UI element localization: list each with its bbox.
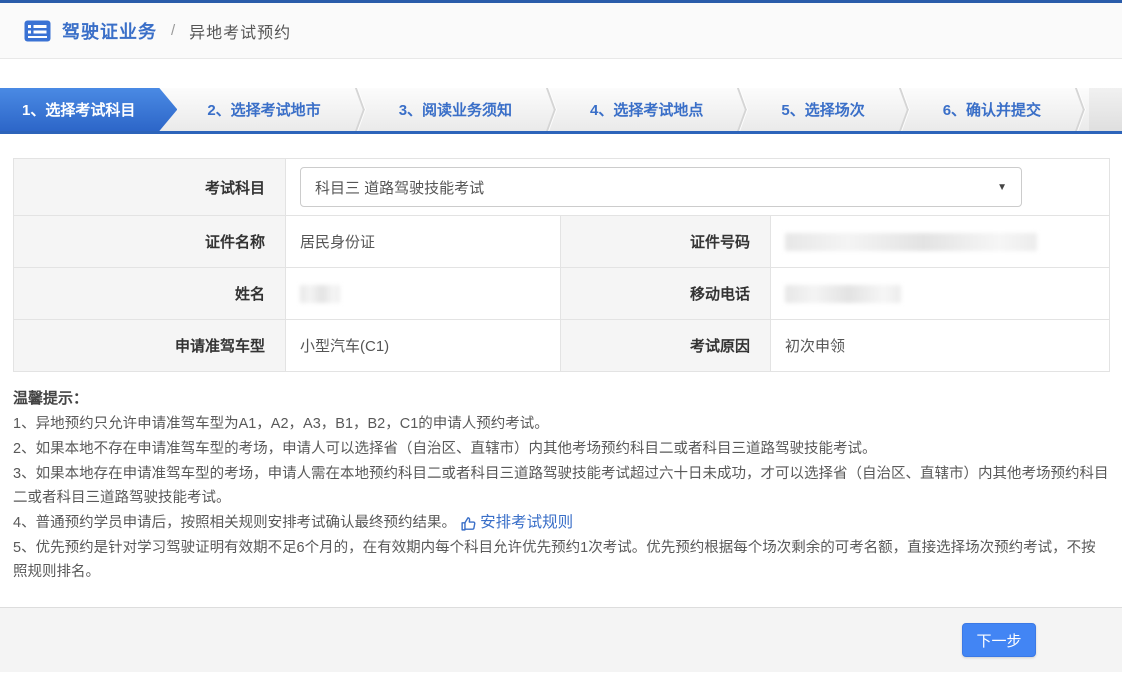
exam-reason-value: 初次申领 xyxy=(769,319,1111,372)
exam-subject-label: 考试科目 xyxy=(13,158,286,216)
cert-no-redacted-value xyxy=(785,232,1037,251)
table-row: 证件名称 居民身份证 证件号码 xyxy=(13,215,1111,268)
cert-name-label: 证件名称 xyxy=(13,215,286,268)
exam-subject-select[interactable]: 科目三 道路驾驶技能考试 ▼ xyxy=(300,167,1022,207)
exam-rules-link[interactable]: 安排考试规则 xyxy=(460,511,573,535)
tip-item-4: 4、普通预约学员申请后，按照相关规则安排考试确认最终预约结果。 安排考试规则 xyxy=(13,511,1109,535)
tab-step-2[interactable]: 2、选择考试地市 xyxy=(177,88,350,131)
exam-rules-link-label: 安排考试规则 xyxy=(480,514,574,531)
exam-reason-label: 考试原因 xyxy=(560,319,771,372)
tip-item-2: 2、如果本地不存在申请准驾车型的考场，申请人可以选择省（自治区、直辖市）内其他考… xyxy=(13,441,877,457)
step-tabs: 1、选择考试科目 2、选择考试地市 3、阅读业务须知 4、选择考试地点 5、选择… xyxy=(0,88,1122,134)
breadcrumb: 驾驶证业务 / 异地考试预约 xyxy=(0,3,1122,59)
tips-section: 温馨提示： 1、异地预约只允许申请准驾车型为A1，A2，A3，B1，B2，C1的… xyxy=(13,387,1109,584)
chevron-separator-icon xyxy=(542,88,560,131)
tab-step-1[interactable]: 1、选择考试科目 xyxy=(0,88,177,131)
tab-step-3[interactable]: 3、阅读业务须知 xyxy=(369,88,542,131)
dropdown-arrow-icon: ▼ xyxy=(997,181,1007,193)
name-label: 姓名 xyxy=(13,267,286,320)
table-row: 考试科目 科目三 道路驾驶技能考试 ▼ xyxy=(13,158,1111,216)
cert-no-label: 证件号码 xyxy=(560,215,771,268)
phone-label: 移动电话 xyxy=(560,267,771,320)
tip-item-3: 3、如果本地存在申请准驾车型的考场，申请人需在本地预约科目二或者科目三道路驾驶技… xyxy=(13,466,1109,506)
tip-item-1: 1、异地预约只允许申请准驾车型为A1，A2，A3，B1，B2，C1的申请人预约考… xyxy=(13,416,549,432)
application-form-table: 考试科目 科目三 道路驾驶技能考试 ▼ 证件名称 居民身份证 证件号码 姓名 移… xyxy=(13,158,1111,372)
breadcrumb-separator: / xyxy=(171,22,176,39)
list-card-icon xyxy=(24,20,51,42)
tab-step-5[interactable]: 5、选择场次 xyxy=(751,88,894,131)
table-row: 姓名 移动电话 xyxy=(13,267,1111,320)
tab-step-6[interactable]: 6、确认并提交 xyxy=(913,88,1071,131)
chevron-separator-icon xyxy=(895,88,913,131)
tab-bar-filler xyxy=(1089,88,1122,131)
next-step-button[interactable]: 下一步 xyxy=(962,623,1036,657)
table-row: 申请准驾车型 小型汽车(C1) 考试原因 初次申领 xyxy=(13,319,1111,372)
tip-item-4-text: 4、普通预约学员申请后，按照相关规则安排考试确认最终预约结果。 xyxy=(13,515,457,531)
thumbs-up-icon xyxy=(461,516,476,531)
breadcrumb-current: 异地考试预约 xyxy=(189,24,292,42)
chevron-separator-icon xyxy=(733,88,751,131)
phone-redacted-value xyxy=(785,284,901,303)
exam-subject-value: 科目三 道路驾驶技能考试 xyxy=(315,179,485,197)
tips-title: 温馨提示： xyxy=(13,390,89,407)
breadcrumb-section[interactable]: 驾驶证业务 xyxy=(62,18,157,44)
footer-action-bar: 下一步 xyxy=(0,607,1122,672)
vehicle-type-value: 小型汽车(C1) xyxy=(285,319,561,372)
chevron-separator-icon xyxy=(351,88,369,131)
tab-step-4[interactable]: 4、选择考试地点 xyxy=(560,88,733,131)
chevron-separator-icon xyxy=(1071,88,1089,131)
cert-name-value: 居民身份证 xyxy=(285,215,561,268)
name-redacted-value xyxy=(300,284,340,303)
vehicle-type-label: 申请准驾车型 xyxy=(13,319,286,372)
tip-item-5: 5、优先预约是针对学习驾驶证明有效期不足6个月的，在有效期内每个科目允许优先预约… xyxy=(13,540,1096,580)
